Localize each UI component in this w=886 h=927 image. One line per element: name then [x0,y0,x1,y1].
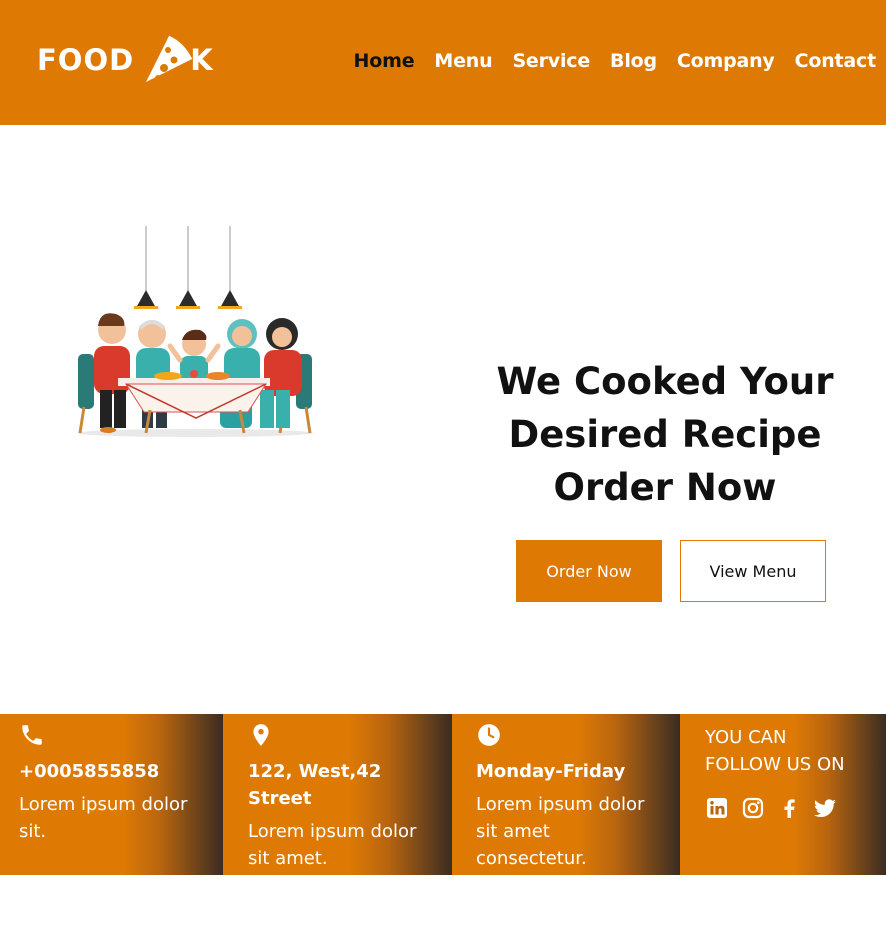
follow-info-box: YOU CAN FOLLOW US ON [680,714,886,875]
hours-description: Lorem ipsum dolor sit amet consectetur. [476,794,645,869]
phone-number[interactable]: +0005855858 [19,758,205,785]
site-header: FOOD K Home Menu Service Blog Company Co… [0,0,886,125]
pizza-slice-icon [146,35,193,82]
facebook-icon[interactable] [777,796,801,820]
hero-title-line2: Desired Recipe [508,413,822,456]
linkedin-icon[interactable] [705,796,729,820]
address-description: Lorem ipsum dolor sit amet. [248,821,417,869]
order-now-button[interactable]: Order Now [516,540,662,602]
phone-icon [22,725,42,745]
logo-text: FOOD [37,43,135,77]
nav-item-blog[interactable]: Blog [610,50,657,72]
hours-heading: Monday-Friday [476,761,626,782]
brand-logo[interactable]: FOOD K [37,30,213,90]
nav-item-menu[interactable]: Menu [434,50,492,72]
hero-title: We Cooked Your Desired Recipe Order Now [470,355,860,514]
nav-item-company[interactable]: Company [677,50,775,72]
hours-info-box: Monday-Friday Lorem ipsum dolor sit amet… [452,714,680,875]
nav-item-service[interactable]: Service [512,50,590,72]
info-bar: +0005855858 Lorem ipsum dolor sit. 122, … [0,714,886,875]
hero-title-line1: We Cooked Your [496,360,834,403]
main-nav: Home Menu Service Blog Company Contact [334,50,877,72]
address-info-box: 122, West,42 Street Lorem ipsum dolor si… [223,714,452,875]
follow-title: YOU CAN FOLLOW US ON [705,727,845,775]
nav-item-home[interactable]: Home [354,50,415,72]
phone-info-box: +0005855858 Lorem ipsum dolor sit. [0,714,223,875]
family-dinner-illustration [77,226,313,437]
instagram-icon[interactable] [741,796,765,820]
nav-item-contact[interactable]: Contact [795,50,877,72]
clock-icon [478,724,500,746]
address-heading: 122, West,42 Street [248,761,382,809]
social-links [705,796,868,820]
phone-description: Lorem ipsum dolor sit. [19,794,188,842]
logo-suffix: K [190,43,213,77]
twitter-icon[interactable] [813,796,837,820]
map-pin-icon [253,724,269,746]
hero-title-line3: Order Now [553,466,777,509]
view-menu-button[interactable]: View Menu [680,540,826,602]
